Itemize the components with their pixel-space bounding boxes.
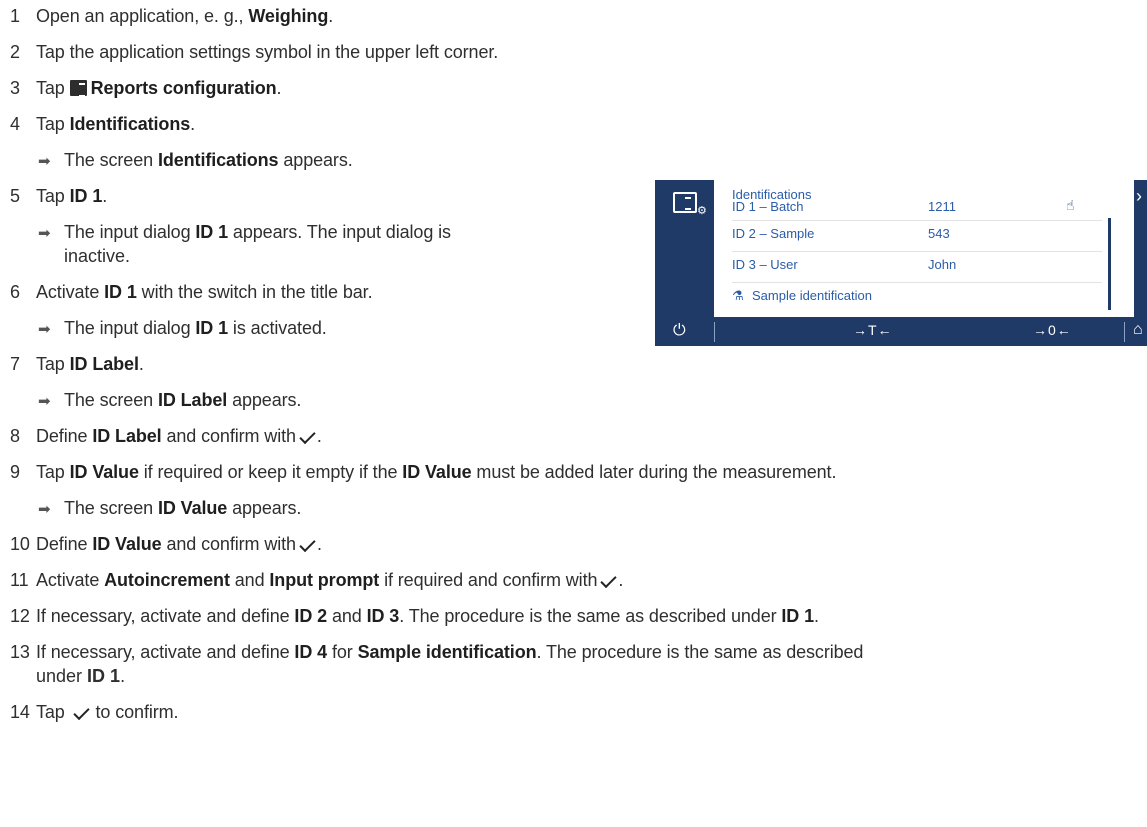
step-8: 8 Define ID Label and confirm with.	[10, 426, 322, 446]
list-item-id1[interactable]: ID 1 – Batch 1211 ☝	[732, 197, 1102, 221]
step-number: 12	[10, 606, 30, 626]
step-14: 14 Tap to confirm.	[10, 702, 179, 722]
step-3: 3 Tap Reports configuration.	[10, 78, 282, 98]
list-item-id2[interactable]: ID 2 – Sample 543	[732, 221, 1102, 252]
bottom-bar: ⏻ →T← →0← ⌂	[655, 317, 1147, 346]
step-12: 12 If necessary, activate and define ID 2…	[10, 606, 819, 626]
arrow-right-icon: ➡	[38, 393, 51, 410]
arrow-right-icon: ➡	[38, 501, 51, 518]
step-number: 5	[10, 186, 20, 206]
step-number: 4	[10, 114, 20, 134]
scrollbar[interactable]	[1108, 218, 1111, 310]
flask-icon: ⚗	[732, 288, 744, 303]
arrow-right-icon: ➡	[38, 225, 51, 242]
result-id1-dialog-appears: ➡ The input dialog ID 1 appears. The inpu…	[38, 221, 451, 245]
touch-hand-icon: ☝	[1066, 197, 1075, 213]
checkmark-icon	[600, 571, 618, 588]
divider	[714, 322, 715, 342]
checkmark-icon	[299, 427, 316, 444]
step-number: 2	[10, 42, 20, 62]
identifications-panel: Identifications ID 1 – Batch 1211 ☝ ID 2…	[714, 180, 1134, 330]
app-settings-button[interactable]: ⚙	[655, 180, 714, 317]
step-number: 9	[10, 462, 20, 482]
power-icon[interactable]: ⏻	[673, 322, 686, 340]
list-item-id3[interactable]: ID 3 – User John	[732, 252, 1102, 283]
step-number: 11	[10, 570, 29, 590]
step-number: 7	[10, 354, 20, 374]
divider	[1124, 322, 1125, 342]
step-1: 1 Open an application, e. g., Weighing.	[10, 6, 334, 26]
checkmark-icon	[299, 535, 316, 552]
step-number: 1	[10, 6, 20, 26]
step-number: 8	[10, 426, 20, 446]
step-10: 10 Define ID Value and confirm with.	[10, 534, 322, 554]
step-number: 10	[10, 534, 30, 554]
step-11: 11 Activate Autoincrement and Input promp…	[10, 570, 624, 590]
step-13-continuation: under ID 1.	[36, 666, 126, 686]
step-5: 5 Tap ID 1.	[10, 186, 108, 206]
result-continuation: inactive.	[64, 246, 131, 266]
result-id-value-appears: ➡ The screen ID Value appears.	[38, 497, 301, 521]
gear-icon: ⚙	[697, 205, 707, 217]
arrow-right-icon: ➡	[38, 153, 51, 170]
device-screenshot: ⚙ Identifications ID 1 – Batch 1211 ☝ ID…	[655, 180, 1147, 346]
step-number: 3	[10, 78, 20, 98]
zero-button[interactable]: →0←	[1033, 322, 1072, 338]
step-6: 6 Activate ID 1 with the switch in the ti…	[10, 282, 373, 302]
section-sample-identification: ⚗ Sample identification	[732, 288, 872, 303]
result-id-label-appears: ➡ The screen ID Label appears.	[38, 389, 301, 413]
result-id1-activated: ➡ The input dialog ID 1 is activated.	[38, 317, 327, 341]
result-identifications-appears: ➡ The screen Identifications appears.	[38, 149, 353, 173]
step-4: 4 Tap Identifications.	[10, 114, 196, 134]
step-number: 6	[10, 282, 20, 302]
arrow-right-icon: ➡	[38, 321, 51, 338]
step-9: 9 Tap ID Value if required or keep it emp…	[10, 462, 837, 482]
home-icon[interactable]: ⌂	[1133, 321, 1143, 339]
step-13: 13 If necessary, activate and define ID 4…	[10, 642, 864, 662]
close-chevron-icon[interactable]: ›	[1136, 186, 1142, 207]
step-2: 2 Tap the application settings symbol in …	[10, 42, 499, 62]
step-7: 7 Tap ID Label.	[10, 354, 144, 374]
step-number: 13	[10, 642, 30, 662]
checkmark-icon	[72, 703, 90, 720]
reports-configuration-icon	[69, 80, 87, 97]
step-number: 14	[10, 702, 30, 722]
tare-button[interactable]: →T←	[853, 322, 893, 338]
reports-configuration-icon	[673, 192, 697, 213]
